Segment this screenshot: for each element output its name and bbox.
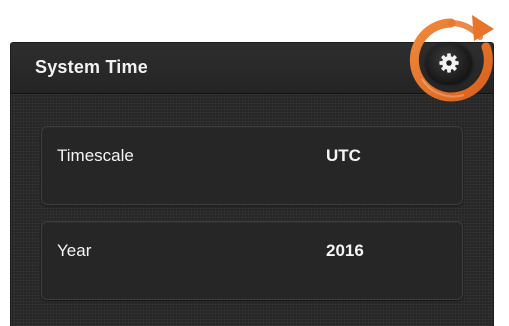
gear-icon [439, 53, 459, 73]
timescale-row[interactable]: Timescale UTC [41, 126, 463, 205]
year-value: 2016 [326, 241, 364, 260]
panel-header: System Time [11, 43, 493, 94]
system-time-panel: System Time Timescale UTC Year 2016 [11, 43, 493, 326]
year-row[interactable]: Year 2016 [41, 221, 463, 300]
timescale-label: Timescale [57, 146, 134, 165]
panel-title: System Time [35, 57, 148, 77]
timescale-value: UTC [326, 146, 361, 165]
year-label: Year [57, 241, 92, 260]
stage: System Time Timescale UTC Year 2016 [0, 0, 509, 326]
settings-button[interactable] [426, 43, 472, 83]
